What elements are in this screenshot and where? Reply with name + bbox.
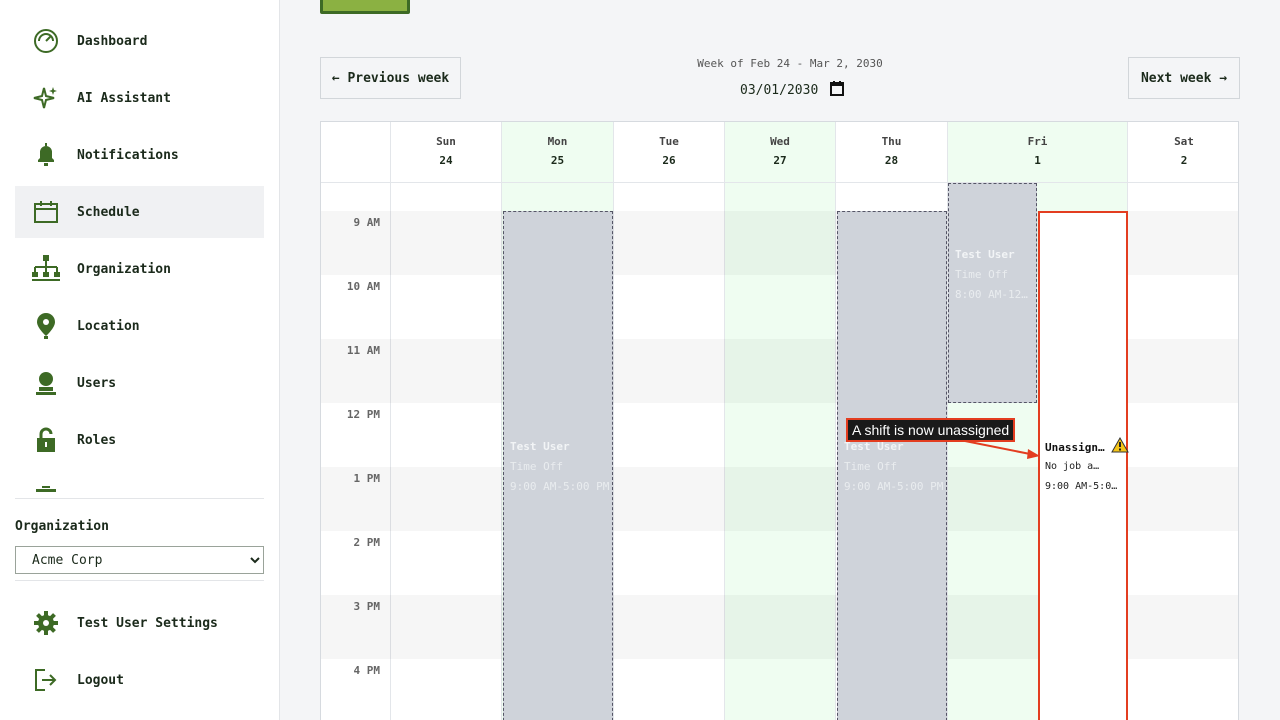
map-pin-icon <box>31 311 61 341</box>
sidebar-item-location[interactable]: Location <box>15 300 264 352</box>
briefcase-icon <box>31 482 61 493</box>
dashboard-icon <box>31 26 61 56</box>
day-header: Wed 27 <box>725 122 835 183</box>
sidebar-item-label: Location <box>77 318 140 334</box>
user-settings-link[interactable]: Test User Settings <box>15 597 264 649</box>
sidebar-item-organization[interactable]: Organization <box>15 243 264 295</box>
sidebar-item-label: Organization <box>77 261 171 277</box>
sidebar-item-label: Dashboard <box>77 33 148 49</box>
sidebar-item-schedule[interactable]: Schedule <box>15 186 264 238</box>
event-name: Test User <box>955 248 1015 261</box>
previous-week-button[interactable]: ← Previous week <box>320 57 461 99</box>
sidebar-divider <box>15 498 264 499</box>
event-job: No job a… <box>1045 461 1100 472</box>
day-date: 24 <box>439 154 453 167</box>
hour-label: 11 AM <box>346 344 380 357</box>
day-name: Sun <box>436 135 456 148</box>
sidebar-item-users[interactable]: Users <box>15 357 264 409</box>
event-time: 9:00 AM-5:0… <box>1045 481 1118 492</box>
org-chart-icon <box>31 254 61 284</box>
event-type: Time Off <box>844 460 897 473</box>
warning-icon <box>1111 436 1129 457</box>
sidebar: Dashboard AI Assistant Notifications Sch… <box>0 0 280 720</box>
time-column-header <box>321 122 390 183</box>
day-date: 28 <box>884 154 899 167</box>
day-header: Sun 24 <box>391 122 501 183</box>
day-date: 2 <box>1180 154 1188 167</box>
date-value: 03/01/2030 <box>740 82 819 98</box>
sidebar-item-label: Users <box>77 375 117 391</box>
sidebar-item-label: Notifications <box>77 147 179 163</box>
day-name: Wed <box>770 135 790 148</box>
sidebar-item-roles[interactable]: Roles <box>15 414 264 466</box>
week-calendar: Sun 24 Mon 25 Tue 26 Wed 27 Thu 28 Fri 1 Sat 2 … <box>320 121 1239 720</box>
time-off-event-fri[interactable]: Test User Time Off 8:00 AM-12:… <box>948 183 1037 403</box>
day-header: Mon 25 <box>502 122 613 183</box>
day-date: 25 <box>550 154 565 167</box>
lock-icon <box>31 425 61 455</box>
hour-label: 3 PM <box>353 600 381 613</box>
event-type: Time Off <box>955 268 1008 281</box>
next-week-button[interactable]: Next week → <box>1128 57 1240 99</box>
date-picker-input[interactable]: 03/01/2030 <box>734 79 854 101</box>
sidebar-nav: Dashboard AI Assistant Notifications Sch… <box>15 15 264 493</box>
logout-label: Logout <box>77 672 124 688</box>
annotation-callout: A shift is now unassigned <box>846 418 1016 442</box>
hour-label: 4 PM <box>353 664 381 677</box>
sidebar-item-label: AI Assistant <box>77 90 171 106</box>
organization-select[interactable]: Acme Corp <box>15 546 264 574</box>
day-name: Fri <box>1027 135 1048 148</box>
time-off-event-thu[interactable]: Test User Time Off 9:00 AM-5:00 PM <box>837 211 947 720</box>
day-name: Thu <box>881 135 902 148</box>
hour-label: 9 AM <box>353 216 381 229</box>
sidebar-item-notifications[interactable]: Notifications <box>15 129 264 181</box>
time-off-event-mon[interactable]: Test User Time Off 9:00 AM-5:00 PM <box>503 211 613 720</box>
day-header: Thu 28 <box>836 122 947 183</box>
day-header: Tue 26 <box>614 122 724 183</box>
calendar-icon <box>31 197 61 227</box>
sidebar-item-partial[interactable] <box>15 471 264 493</box>
event-name: Unassign… <box>1045 441 1105 454</box>
event-type: Time Off <box>510 460 563 473</box>
sidebar-item-label: Schedule <box>77 204 140 220</box>
sidebar-divider <box>15 580 264 581</box>
hour-label: 2 PM <box>353 536 381 549</box>
hour-label: 10 AM <box>346 280 380 293</box>
day-name: Mon <box>547 135 568 148</box>
user-settings-label: Test User Settings <box>77 615 218 631</box>
day-name: Tue <box>659 135 679 148</box>
sidebar-item-ai-assistant[interactable]: AI Assistant <box>15 72 264 124</box>
sparkle-icon <box>31 83 61 113</box>
bell-icon <box>31 140 61 170</box>
gear-icon <box>31 608 61 638</box>
calendar-picker-icon[interactable] <box>830 80 845 100</box>
week-range-label: Week of Feb 24 - Mar 2, 2030 <box>697 57 883 70</box>
day-name: Sat <box>1174 135 1194 148</box>
hour-label: 1 PM <box>353 472 381 485</box>
event-time: 9:00 AM-5:00 PM <box>844 480 944 493</box>
event-name: Test User <box>510 440 570 453</box>
organization-label: Organization <box>15 519 109 534</box>
user-icon <box>31 368 61 398</box>
hour-label: 12 PM <box>346 408 380 421</box>
day-date: 1 <box>1034 154 1041 167</box>
day-header: Sat 2 <box>1128 122 1238 183</box>
primary-action-button[interactable] <box>320 0 410 14</box>
day-date: 27 <box>773 154 787 167</box>
sidebar-item-dashboard[interactable]: Dashboard <box>15 15 264 67</box>
unassigned-shift-event[interactable]: Unassign… No job a… 9:00 AM-5:0… <box>1038 211 1129 720</box>
sidebar-item-label: Roles <box>77 432 117 448</box>
day-header: Fri 1 <box>948 122 1127 183</box>
day-date: 26 <box>662 154 676 167</box>
event-time: 9:00 AM-5:00 PM <box>510 480 610 493</box>
logout-link[interactable]: Logout <box>15 654 264 706</box>
event-time: 8:00 AM-12:… <box>955 288 1033 301</box>
logout-icon <box>31 665 61 695</box>
